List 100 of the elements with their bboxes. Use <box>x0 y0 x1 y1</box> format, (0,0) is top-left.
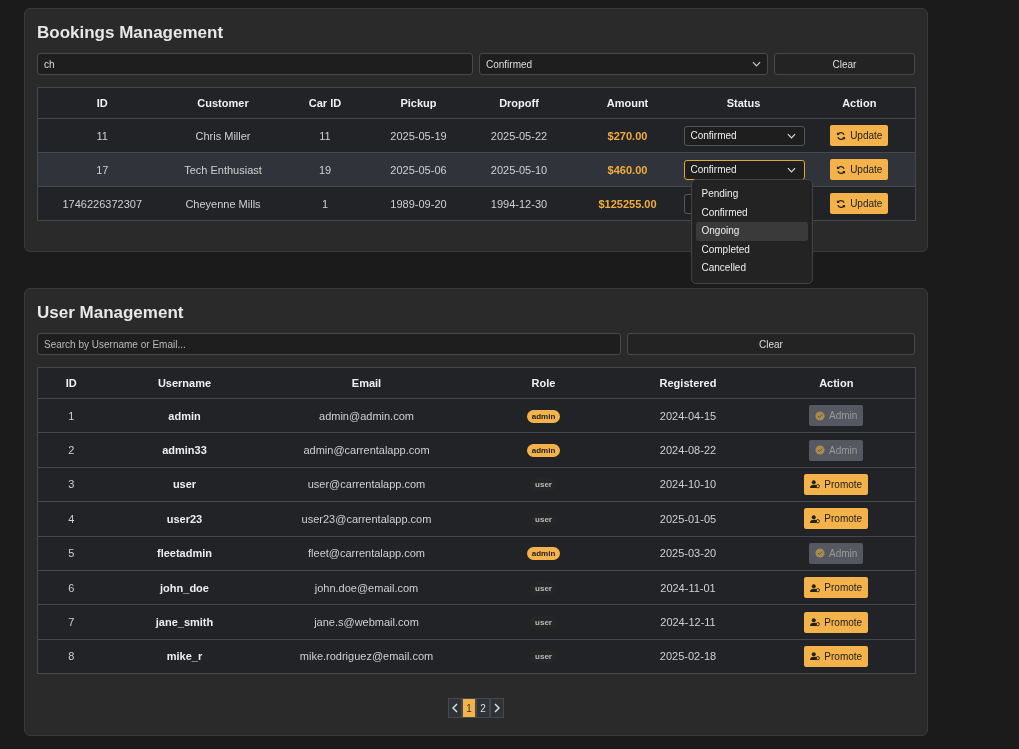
column-header: Action <box>819 377 854 389</box>
table-cell: 1746226372307 <box>62 197 142 210</box>
table-cell: 2025-02-18 <box>659 650 717 663</box>
chevron-icon <box>786 132 796 139</box>
table-cell: 11 <box>319 129 331 142</box>
table-cell: 2024-10-10 <box>659 478 717 491</box>
username-cell: fleetadmin <box>157 547 212 560</box>
table-cell: 2024-08-22 <box>659 444 717 457</box>
search-field[interactable]: ch <box>37 53 473 75</box>
table-cell: 5 <box>68 547 75 560</box>
clear-button[interactable]: Clear <box>627 333 915 355</box>
table-cell: 2024-11-01 <box>660 581 716 594</box>
user-gear-icon <box>810 582 821 593</box>
table-cell: 2025-05-19 <box>390 129 447 142</box>
refresh-icon <box>836 130 847 141</box>
role-badge: user <box>530 478 557 492</box>
column-header: Pickup <box>400 97 437 109</box>
role-badge: user <box>530 581 557 595</box>
panel-title: User Management <box>37 303 185 323</box>
table-cell: 19 <box>318 163 332 176</box>
update-button[interactable]: Update <box>830 125 889 146</box>
menu-option[interactable]: Cancelled <box>695 259 808 278</box>
table-cell: 8 <box>68 650 75 663</box>
table-cell: 2025-03-20 <box>659 547 717 560</box>
column-header: Customer <box>197 97 249 109</box>
promote-button[interactable]: Promote <box>804 473 869 495</box>
table-cell: user@carrentalapp.com <box>307 478 426 491</box>
table-cell: admin@carrentalapp.com <box>303 444 430 457</box>
status-select[interactable]: Confirmed <box>683 159 805 180</box>
status-filter-select[interactable]: Confirmed <box>479 53 768 75</box>
column-header: Username <box>157 377 212 389</box>
table-cell: 1 <box>321 197 329 210</box>
user-gear-icon <box>810 479 821 490</box>
table-cell: 7 <box>68 616 75 629</box>
column-header: Role <box>531 377 556 389</box>
chevron-left-icon <box>452 703 458 714</box>
table-cell: admin@admin.com <box>319 409 414 422</box>
table-cell: 2025-05-06 <box>390 163 447 176</box>
amount-cell: $460.00 <box>607 163 648 176</box>
check-circle-icon <box>815 445 826 456</box>
table-cell: user23@carrentalapp.com <box>301 512 432 525</box>
amount-cell: $125255.00 <box>598 197 657 210</box>
menu-option[interactable]: Ongoing <box>695 222 808 241</box>
user-gear-icon <box>810 651 821 662</box>
username-cell: admin33 <box>162 444 207 457</box>
table-cell: 2025-01-05 <box>659 512 717 525</box>
check-circle-icon <box>815 410 826 421</box>
update-button[interactable]: Update <box>830 159 889 180</box>
chevron-icon <box>752 61 761 67</box>
table-cell: 1 <box>68 409 75 422</box>
search-field[interactable]: Search by Username or Email... <box>37 333 621 355</box>
username-cell: admin <box>168 409 201 422</box>
table-cell: 11 <box>96 129 108 142</box>
promote-button[interactable]: Promote <box>804 577 869 599</box>
column-header: Registered <box>659 377 717 389</box>
role-badge: user <box>530 650 557 664</box>
column-header: Action <box>842 97 877 109</box>
update-button[interactable]: Update <box>830 193 889 214</box>
amount-cell: $270.00 <box>607 129 648 142</box>
username-cell: mike_r <box>166 650 203 663</box>
table-cell: jane.s@webmail.com <box>314 616 419 629</box>
promote-button[interactable]: Promote <box>804 611 869 633</box>
table-cell: fleet@carrentalapp.com <box>308 547 425 560</box>
page-button[interactable]: 2 <box>476 698 490 719</box>
column-header: Amount <box>606 97 649 109</box>
table-cell: mike.rodriguez@email.com <box>299 650 434 663</box>
username-cell: user23 <box>166 512 203 525</box>
role-badge: admin <box>526 444 561 458</box>
table-cell: 2025-05-22 <box>490 129 548 142</box>
role-badge: user <box>530 616 557 630</box>
table-cell: Chris Miller <box>195 129 251 142</box>
menu-option[interactable]: Pending <box>695 185 808 204</box>
clear-button[interactable]: Clear <box>774 53 915 75</box>
table-cell: Tech Enthusiast <box>184 163 262 176</box>
role-badge: user <box>530 512 557 526</box>
table-cell: 1994-12-30 <box>490 197 548 210</box>
column-header: ID <box>65 377 77 389</box>
table-cell: 2024-12-11 <box>660 616 716 629</box>
chevron-icon <box>786 166 796 173</box>
promote-button[interactable]: Promote <box>804 508 869 530</box>
menu-option[interactable]: Confirmed <box>695 203 808 222</box>
table-cell: Cheyenne Mills <box>185 197 261 210</box>
table-cell: 6 <box>68 581 75 594</box>
refresh-icon <box>836 198 847 209</box>
menu-option[interactable]: Completed <box>695 240 808 259</box>
column-header: ID <box>96 97 108 109</box>
table-cell: 2024-04-15 <box>659 409 717 422</box>
page-button[interactable]: 1 <box>462 698 476 719</box>
column-header: Email <box>351 377 382 389</box>
table-cell: 3 <box>68 478 75 491</box>
promote-button[interactable]: Promote <box>804 645 869 667</box>
username-cell: jane_smith <box>155 616 214 629</box>
chevron-right-icon <box>494 703 500 714</box>
next-page-button[interactable] <box>490 698 504 719</box>
table-cell: 1989-09-20 <box>390 197 447 210</box>
role-badge: admin <box>526 409 561 423</box>
status-select[interactable]: Confirmed <box>683 125 805 146</box>
check-circle-icon <box>815 548 826 559</box>
previous-page-button[interactable] <box>448 698 462 719</box>
user-gear-icon <box>810 513 821 524</box>
